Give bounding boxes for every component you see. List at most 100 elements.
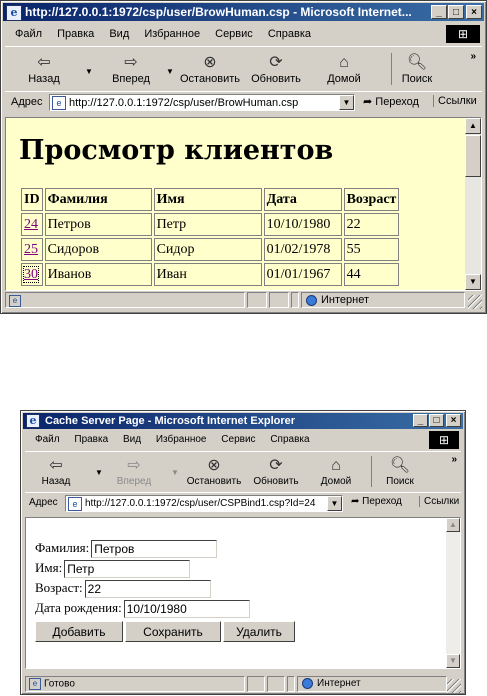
toolbar-more-icon[interactable]: » bbox=[451, 454, 457, 465]
menu-favorites[interactable]: Избранное bbox=[144, 25, 200, 43]
address-dropdown-icon[interactable]: ▼ bbox=[339, 95, 354, 110]
internet-zone-icon bbox=[302, 677, 313, 689]
menu-tools[interactable]: Сервис bbox=[221, 431, 255, 449]
maximize-icon[interactable]: □ bbox=[429, 414, 444, 427]
menu-edit[interactable]: Правка bbox=[57, 25, 94, 43]
back-button[interactable]: ⇦ Назад bbox=[19, 53, 69, 85]
go-button[interactable]: ➦ Переход bbox=[351, 496, 402, 507]
links-button[interactable]: Ссылки bbox=[433, 95, 477, 107]
scroll-down-icon[interactable]: ▼ bbox=[465, 274, 481, 290]
table-cell: 44 bbox=[343, 263, 400, 286]
client-id-link[interactable]: 24 bbox=[24, 217, 38, 232]
page-viewport: Просмотр клиентов ID Фамилия Имя Дата Во… bbox=[5, 117, 482, 291]
firstname-row: Имя: bbox=[35, 558, 297, 579]
menu-view[interactable]: Вид bbox=[109, 25, 129, 43]
menu-file[interactable]: Файл bbox=[35, 431, 60, 449]
stop-button[interactable]: ⊗ Остановить bbox=[183, 456, 245, 487]
back-button[interactable]: ⇦ Назад bbox=[33, 456, 79, 487]
minimize-icon[interactable]: _ bbox=[431, 5, 447, 19]
client-id-link[interactable]: 30 bbox=[23, 265, 39, 283]
save-button[interactable]: Сохранить bbox=[125, 621, 221, 642]
status-cell bbox=[247, 292, 267, 308]
menu-tools[interactable]: Сервис bbox=[215, 25, 253, 43]
lastname-field[interactable] bbox=[91, 540, 218, 559]
menu-edit[interactable]: Правка bbox=[74, 431, 108, 449]
address-url: http://127.0.0.1:1972/csp/user/CSPBind1.… bbox=[85, 498, 316, 509]
column-header-lastname: Фамилия bbox=[44, 188, 152, 211]
go-arrow-icon: ➦ bbox=[351, 496, 360, 507]
lastname-label: Фамилия: bbox=[35, 540, 90, 555]
toolbar-more-icon[interactable]: » bbox=[470, 51, 476, 62]
table-row: 25 Сидоров Сидор 01/02/1978 55 bbox=[21, 238, 400, 261]
menu-help[interactable]: Справка bbox=[270, 431, 309, 449]
firstname-field[interactable] bbox=[64, 560, 191, 579]
column-header-firstname: Имя bbox=[153, 188, 262, 211]
status-cell bbox=[287, 676, 295, 692]
home-icon: ⌂ bbox=[331, 457, 341, 474]
scroll-up-icon[interactable]: ▲ bbox=[446, 518, 460, 532]
forward-button[interactable]: ⇨ Вперед bbox=[111, 456, 157, 487]
table-cell: Петр bbox=[153, 213, 262, 236]
vertical-scrollbar[interactable]: ▲ ▼ bbox=[465, 118, 481, 290]
links-button[interactable]: Ссылки bbox=[419, 496, 459, 507]
page-title: Просмотр клиентов bbox=[19, 135, 334, 166]
table-cell: Сидор bbox=[153, 238, 262, 261]
scroll-down-icon[interactable]: ▼ bbox=[446, 654, 460, 668]
back-arrow-icon: ⇦ bbox=[49, 457, 63, 474]
menu-file[interactable]: Файл bbox=[15, 25, 42, 43]
dob-field[interactable] bbox=[123, 600, 250, 619]
page-icon: e bbox=[68, 497, 82, 511]
forward-button[interactable]: ⇨ Вперед bbox=[101, 53, 161, 85]
ie-page-icon: e bbox=[26, 414, 40, 428]
go-button[interactable]: ➦ Переход bbox=[363, 95, 419, 108]
title-bar[interactable]: e http://127.0.0.1:1972/csp/user/BrowHum… bbox=[3, 3, 484, 21]
menu-favorites[interactable]: Избранное bbox=[156, 431, 207, 449]
table-cell: Петров bbox=[44, 213, 152, 236]
status-text: Готово bbox=[44, 678, 75, 690]
forward-dropdown-icon[interactable]: ▼ bbox=[166, 67, 174, 76]
column-header-id: ID bbox=[21, 188, 43, 211]
address-dropdown-icon[interactable]: ▼ bbox=[327, 496, 342, 511]
search-button[interactable]: 🔍︎ Поиск bbox=[371, 456, 428, 487]
scroll-thumb[interactable] bbox=[465, 135, 481, 177]
back-dropdown-icon[interactable]: ▼ bbox=[95, 468, 103, 477]
refresh-button[interactable]: ⟳ Обновить bbox=[249, 456, 303, 487]
maximize-icon[interactable]: □ bbox=[448, 5, 464, 19]
close-icon[interactable]: × bbox=[446, 414, 461, 427]
status-cell bbox=[291, 292, 299, 308]
add-button[interactable]: Добавить bbox=[35, 621, 123, 642]
back-dropdown-icon[interactable]: ▼ bbox=[85, 67, 93, 76]
resize-grip[interactable] bbox=[468, 295, 482, 309]
forward-arrow-icon: ⇨ bbox=[124, 54, 138, 71]
stop-button[interactable]: ⊗ Остановить bbox=[175, 53, 245, 85]
windows-logo-icon: ⊞ bbox=[446, 25, 480, 43]
ie-page-icon: e bbox=[6, 5, 22, 21]
home-button[interactable]: ⌂ Домой bbox=[315, 456, 357, 487]
vertical-scrollbar[interactable]: ▲ ▼ bbox=[446, 518, 460, 668]
scroll-up-icon[interactable]: ▲ bbox=[465, 118, 481, 134]
refresh-button[interactable]: ⟳ Обновить bbox=[247, 53, 305, 85]
minimize-icon[interactable]: _ bbox=[413, 414, 428, 427]
address-label: Адрес bbox=[11, 96, 43, 108]
menu-view[interactable]: Вид bbox=[123, 431, 141, 449]
internet-zone-icon bbox=[306, 294, 317, 306]
client-id-link[interactable]: 25 bbox=[24, 242, 38, 257]
address-input[interactable]: e http://127.0.0.1:1972/csp/user/CSPBind… bbox=[65, 495, 343, 512]
column-header-age: Возраст bbox=[343, 188, 400, 211]
delete-button[interactable]: Удалить bbox=[223, 621, 295, 642]
home-button[interactable]: ⌂ Домой bbox=[321, 53, 367, 85]
address-input[interactable]: e http://127.0.0.1:1972/csp/user/BrowHum… bbox=[49, 94, 355, 111]
close-icon[interactable]: × bbox=[466, 5, 482, 19]
forward-dropdown-icon[interactable]: ▼ bbox=[171, 468, 179, 477]
refresh-icon: ⟳ bbox=[269, 54, 283, 71]
windows-logo-icon: ⊞ bbox=[429, 431, 459, 449]
page-status-icon: e bbox=[29, 678, 41, 690]
title-bar[interactable]: e Cache Server Page - Microsoft Internet… bbox=[23, 413, 463, 429]
back-arrow-icon: ⇦ bbox=[37, 54, 51, 71]
search-button[interactable]: 🔍︎ Поиск bbox=[391, 53, 442, 85]
window-title: http://127.0.0.1:1972/csp/user/BrowHuman… bbox=[25, 5, 412, 19]
resize-grip[interactable] bbox=[447, 679, 461, 693]
age-field[interactable] bbox=[84, 580, 211, 599]
status-bar: e Готово Интернет bbox=[25, 675, 461, 693]
menu-help[interactable]: Справка bbox=[268, 25, 311, 43]
